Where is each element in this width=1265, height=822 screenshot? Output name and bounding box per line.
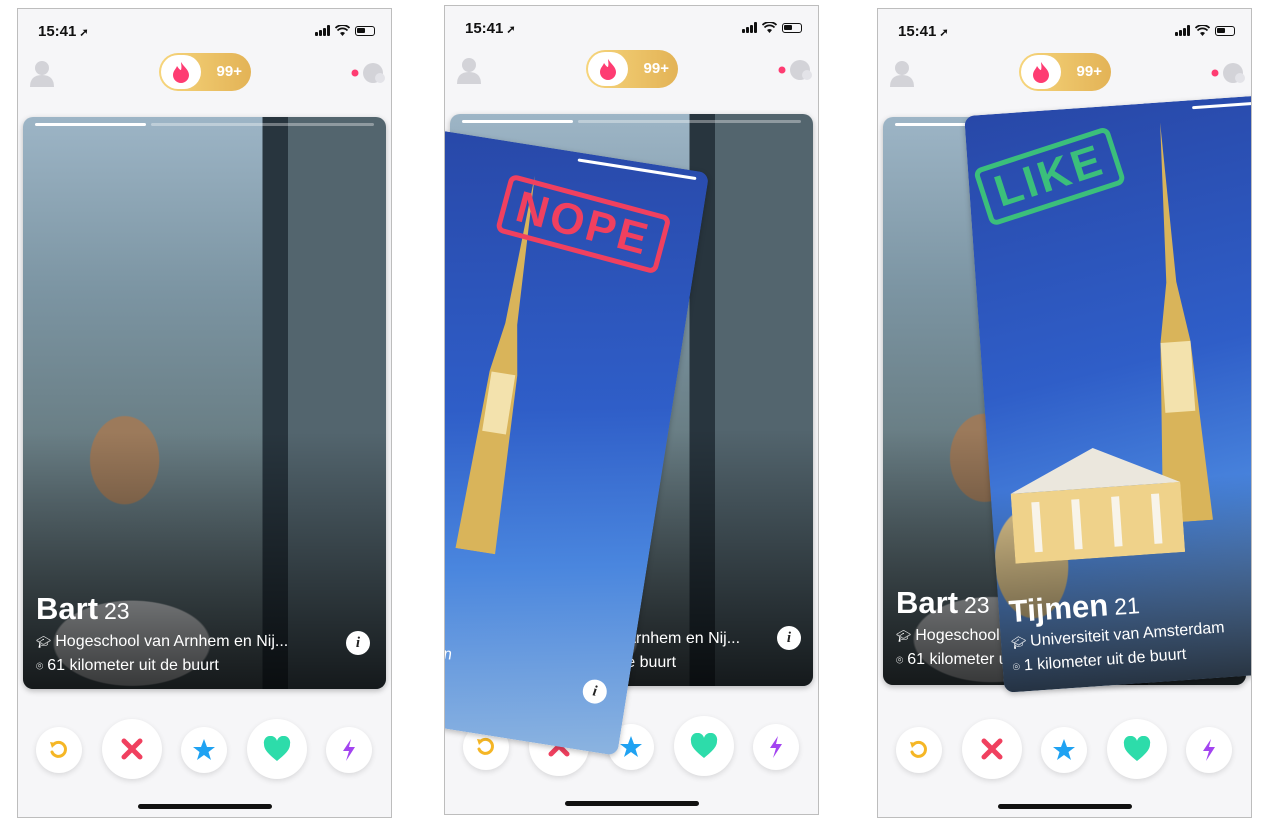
wifi-icon	[1195, 25, 1210, 36]
info-icon[interactable]: i	[346, 631, 370, 655]
photo-progress	[977, 102, 1251, 124]
signal-icon	[315, 25, 330, 36]
nope-button[interactable]	[962, 719, 1022, 779]
profile-icon[interactable]	[457, 56, 481, 84]
time-text: 15:41	[38, 23, 77, 40]
heart-icon	[263, 736, 291, 761]
profile-card-tijmen-swiped-like[interactable]: LIKE Tijmen 21 🎓︎ Universiteit van Amsterd…	[964, 95, 1251, 693]
heart-icon	[690, 733, 718, 758]
battery-icon	[1215, 25, 1235, 36]
close-icon	[981, 738, 1003, 760]
star-icon	[1053, 739, 1075, 760]
system-icons	[1175, 25, 1235, 36]
heart-icon	[1123, 736, 1151, 761]
system-icons	[742, 22, 802, 33]
bolt-icon	[770, 736, 782, 758]
card-age: 23	[964, 592, 990, 618]
flame-icon	[161, 55, 201, 89]
likes-count: 99+	[643, 60, 669, 77]
card-name: Bart 23	[36, 591, 130, 626]
rewind-button[interactable]	[36, 727, 82, 773]
phone-screen-1: 15:41 ➚ 99+ Bart 23 🎓︎ Hogeschool van Arnhe…	[17, 8, 392, 818]
chat-icon[interactable]	[1211, 59, 1245, 87]
boost-button[interactable]	[753, 724, 799, 770]
card-name: Bart 23	[896, 585, 990, 620]
wifi-icon	[335, 25, 350, 36]
location-arrow-icon: ➚	[79, 27, 89, 39]
home-indicator	[564, 801, 699, 806]
rewind-icon	[50, 740, 67, 758]
superlike-button[interactable]	[181, 727, 227, 773]
profile-card-bart[interactable]: Bart 23 🎓︎ Hogeschool van Arnhem en Nij...…	[23, 117, 386, 689]
time-text: 15:41	[465, 20, 504, 37]
photo-progress	[35, 123, 374, 126]
battery-icon	[355, 25, 375, 36]
star-icon	[620, 736, 642, 757]
system-icons	[315, 25, 375, 36]
like-button[interactable]	[674, 716, 734, 776]
rewind-icon	[477, 737, 494, 755]
rewind-button[interactable]	[896, 727, 942, 773]
boost-button[interactable]	[326, 727, 372, 773]
flame-icon	[588, 52, 628, 86]
gold-pill-button[interactable]: 99+	[586, 50, 678, 88]
bolt-icon	[1203, 739, 1215, 761]
rewind-icon	[910, 740, 927, 758]
chat-icon[interactable]	[351, 59, 385, 87]
status-time: 15:41 ➚	[38, 23, 89, 40]
chat-icon[interactable]	[778, 56, 812, 84]
card-distance: ⌾ 61 kilometer uit de buurt	[36, 657, 219, 674]
star-icon	[193, 739, 215, 760]
church-graphic	[1010, 448, 1186, 564]
status-time: 15:41 ➚	[898, 23, 949, 40]
card-school: 🎓︎ Hogeschool	[896, 627, 1000, 644]
location-pin-icon: ⌾	[36, 659, 44, 673]
graduation-cap-icon: 🎓︎	[1010, 635, 1027, 651]
card-age: 21	[1113, 592, 1141, 620]
location-pin-icon: ⌾	[896, 653, 904, 667]
superlike-button[interactable]	[1041, 727, 1087, 773]
nope-button[interactable]	[102, 719, 162, 779]
boost-button[interactable]	[1186, 727, 1232, 773]
gold-pill-button[interactable]: 99+	[159, 53, 251, 91]
close-icon	[121, 738, 143, 760]
info-icon[interactable]: i	[777, 626, 801, 650]
location-arrow-icon: ➚	[939, 27, 949, 39]
wifi-icon	[762, 22, 777, 33]
like-stamp: LIKE	[972, 125, 1127, 228]
phone-screen-2: 15:41 ➚ 99+ van Arnhem en Nij... uit de b…	[444, 5, 819, 815]
signal-icon	[742, 22, 757, 33]
card-school: 🎓︎ Hogeschool van Arnhem en Nij...	[36, 633, 289, 650]
graduation-cap-icon: 🎓︎	[896, 629, 912, 643]
home-indicator	[137, 804, 272, 809]
bolt-icon	[343, 739, 355, 761]
graduation-cap-icon: 🎓︎	[36, 635, 52, 649]
signal-icon	[1175, 25, 1190, 36]
like-button[interactable]	[247, 719, 307, 779]
location-pin-icon: ⌾	[1012, 659, 1021, 675]
flame-icon	[1021, 55, 1061, 89]
likes-count: 99+	[1076, 63, 1102, 80]
gold-pill-button[interactable]: 99+	[1019, 53, 1111, 91]
info-icon[interactable]: i	[581, 677, 609, 706]
location-arrow-icon: ➚	[506, 24, 516, 36]
card-age: 23	[104, 598, 130, 624]
like-button[interactable]	[1107, 719, 1167, 779]
phone-screen-3: 15:41 ➚ 99+ Bart 23 🎓︎ Hogeschool ⌾ 61 kilom…	[877, 8, 1252, 818]
card-distance: ⌾ 61 kilometer u	[896, 651, 1008, 668]
status-time: 15:41 ➚	[465, 20, 516, 37]
likes-count: 99+	[216, 63, 242, 80]
profile-icon[interactable]	[890, 59, 914, 87]
time-text: 15:41	[898, 23, 937, 40]
home-indicator	[997, 804, 1132, 809]
photo-progress	[462, 120, 801, 123]
card-school: dam	[444, 641, 454, 664]
profile-icon[interactable]	[30, 59, 54, 87]
battery-icon	[782, 22, 802, 33]
